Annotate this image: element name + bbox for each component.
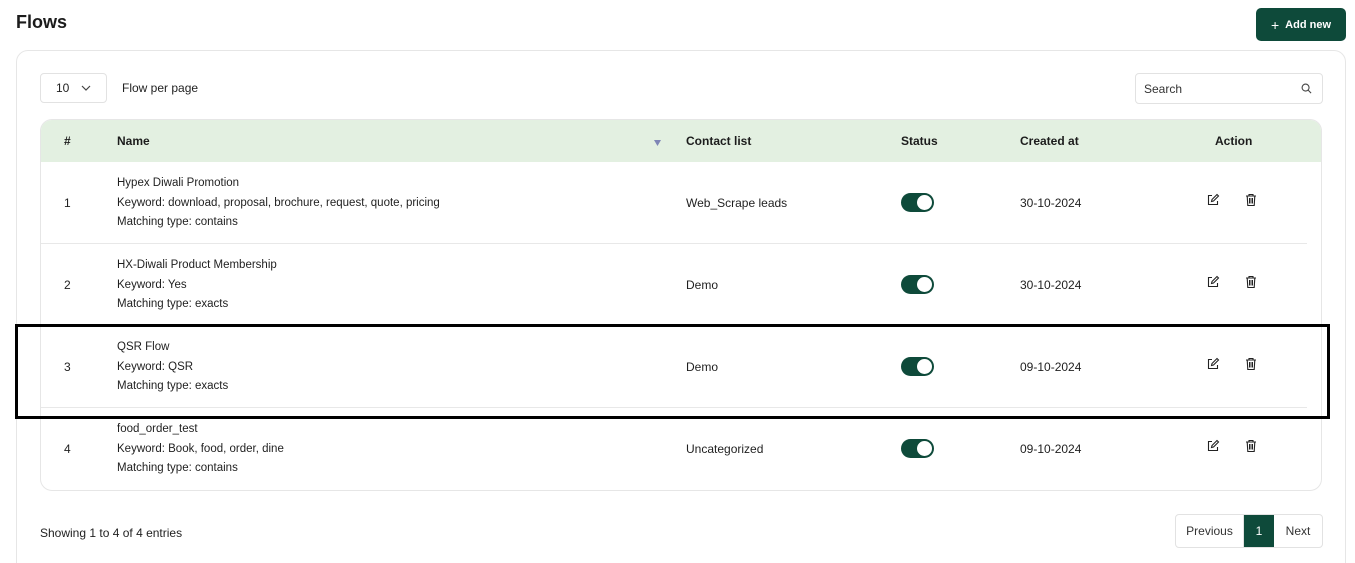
status-toggle[interactable]: [901, 275, 934, 294]
flow-name-block: food_order_test Keyword: Book, food, ord…: [117, 420, 284, 479]
search-icon[interactable]: [1301, 83, 1312, 94]
flow-matching-type: Matching type: exacts: [117, 380, 229, 392]
search-box: [1135, 73, 1323, 104]
table-header: # Name Contact list Status Created at Ac…: [41, 120, 1321, 162]
edit-icon[interactable]: [1206, 357, 1220, 371]
contact-list: Demo: [686, 360, 719, 374]
per-page-value: 10: [56, 81, 70, 95]
flow-matching-type: Matching type: contains: [117, 462, 238, 474]
sort-icon[interactable]: [654, 140, 661, 146]
flow-name-block: HX-Diwali Product Membership Keyword: Ye…: [117, 256, 277, 315]
previous-button[interactable]: Previous: [1176, 515, 1244, 547]
flow-keyword: Keyword: QSR: [117, 360, 194, 373]
toggle-knob: [917, 441, 932, 456]
created-at: 30-10-2024: [1020, 196, 1082, 210]
entries-info: Showing 1 to 4 of 4 entries: [40, 526, 183, 540]
table-row: 4 food_order_test Keyword: Book, food, o…: [41, 408, 1307, 490]
created-at: 09-10-2024: [1020, 360, 1082, 374]
table-row: 2 HX-Diwali Product Membership Keyword: …: [41, 244, 1307, 326]
flow-name: QSR Flow: [117, 341, 170, 353]
status-toggle[interactable]: [901, 439, 934, 458]
toggle-knob: [917, 195, 932, 210]
contact-list: Demo: [686, 278, 719, 292]
flows-table: # Name Contact list Status Created at Ac…: [40, 119, 1322, 491]
row-index: 1: [64, 196, 71, 210]
status-toggle[interactable]: [901, 193, 934, 212]
column-header-name[interactable]: Name: [117, 134, 150, 148]
toggle-knob: [917, 277, 932, 292]
chevron-down-icon: [81, 85, 91, 91]
column-header-created-at: Created at: [1020, 134, 1079, 148]
status-toggle[interactable]: [901, 357, 934, 376]
page-title: Flows: [16, 12, 68, 32]
flow-keyword: Keyword: Yes: [117, 278, 187, 291]
flow-name-block: Hypex Diwali Promotion Keyword: download…: [117, 174, 440, 233]
trash-icon[interactable]: [1244, 357, 1258, 371]
add-new-label: Add new: [1285, 18, 1332, 31]
per-page-select[interactable]: 10: [40, 73, 107, 103]
trash-icon[interactable]: [1244, 439, 1258, 453]
page-1-button[interactable]: 1: [1244, 515, 1274, 547]
flow-matching-type: Matching type: contains: [117, 216, 238, 228]
row-index: 4: [64, 442, 71, 456]
row-index: 3: [64, 360, 71, 374]
flow-name: Hypex Diwali Promotion: [117, 177, 240, 189]
column-header-contact-list: Contact list: [686, 134, 752, 148]
flow-name-block: QSR Flow Keyword: QSR Matching type: exa…: [117, 338, 228, 397]
pagination: Previous 1 Next: [1175, 514, 1323, 548]
search-input[interactable]: [1136, 74, 1296, 103]
toggle-knob: [917, 359, 932, 374]
created-at: 30-10-2024: [1020, 278, 1082, 292]
contact-list: Web_Scrape leads: [686, 196, 788, 210]
flow-keyword: Keyword: Book, food, order, dine: [117, 442, 284, 455]
table-row: 3 QSR Flow Keyword: QSR Matching type: e…: [41, 326, 1307, 408]
column-header-index: #: [64, 134, 71, 148]
flow-matching-type: Matching type: exacts: [117, 298, 229, 310]
trash-icon[interactable]: [1244, 275, 1258, 289]
edit-icon[interactable]: [1206, 275, 1220, 289]
flow-name: HX-Diwali Product Membership: [117, 259, 277, 271]
flow-keyword: Keyword: download, proposal, brochure, r…: [117, 196, 440, 209]
per-page-label: Flow per page: [122, 81, 199, 95]
created-at: 09-10-2024: [1020, 442, 1082, 456]
column-header-status: Status: [901, 134, 938, 148]
column-header-action: Action: [1215, 134, 1253, 148]
add-new-button[interactable]: + Add new: [1256, 8, 1346, 41]
table-row: 1 Hypex Diwali Promotion Keyword: downlo…: [41, 162, 1307, 244]
row-index: 2: [64, 278, 71, 292]
edit-icon[interactable]: [1206, 193, 1220, 207]
plus-icon: +: [1270, 16, 1280, 33]
contact-list: Uncategorized: [686, 442, 764, 456]
next-button[interactable]: Next: [1274, 515, 1322, 547]
flow-name: food_order_test: [117, 423, 198, 435]
edit-icon[interactable]: [1206, 439, 1220, 453]
trash-icon[interactable]: [1244, 193, 1258, 207]
